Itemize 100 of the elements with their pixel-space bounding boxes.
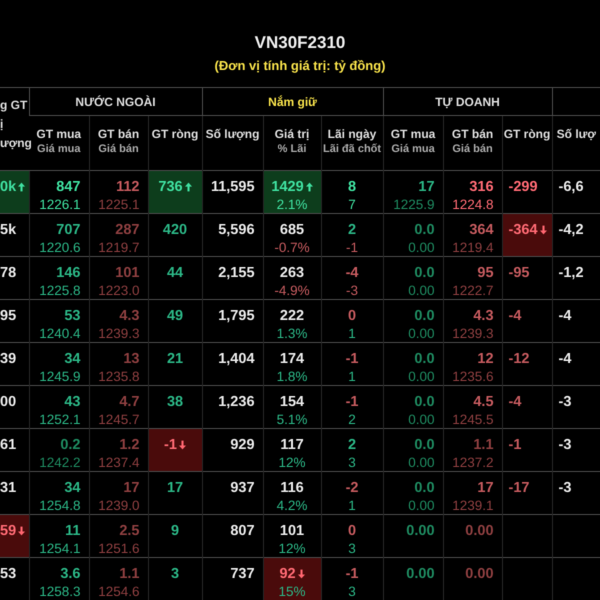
cell-subvalue: 1245.5 — [452, 411, 494, 428]
cell-value: 2 — [348, 220, 356, 238]
cell-value: 0 — [348, 522, 356, 540]
group-header: NƯỚC NGOÀI — [29, 88, 202, 116]
cell-value: 1.1 — [473, 436, 494, 454]
cell-subvalue: 1237.2 — [452, 454, 494, 471]
cell-value: 0k — [0, 178, 16, 196]
cell-subvalue: 1251.6 — [98, 540, 140, 557]
cell-value: 95 — [0, 306, 16, 324]
cell-subvalue: 0.00 — [408, 239, 435, 256]
cell-value: 9 — [170, 522, 180, 540]
cell-subvalue: 1239.3 — [98, 325, 140, 342]
cell-value: 59 — [0, 522, 16, 540]
cell-value: 4.3 — [473, 306, 494, 324]
cell-subvalue: 0.00 — [408, 454, 435, 471]
cell-subvalue: 1258.3 — [39, 583, 80, 600]
unit-note: (Đơn vị tính giá trị: tỷ đồng) — [214, 57, 386, 75]
cell-value: 53 — [64, 306, 80, 324]
cell-subvalue: 1219.4 — [452, 239, 494, 256]
cell-value: -17 — [508, 478, 530, 496]
cell-value: 38 — [166, 392, 184, 410]
cell-value: 43 — [64, 392, 80, 410]
cell-value: -95 — [508, 264, 530, 282]
cell-value: 287 — [115, 220, 140, 238]
column-header: Số lượ — [556, 126, 596, 142]
column-header: g GT ị ượng — [0, 98, 32, 150]
cell-subvalue: 1245.9 — [39, 368, 80, 385]
arrow-down-icon — [178, 440, 186, 450]
cell-value: -2 — [346, 478, 358, 496]
cell-value: 17 — [418, 178, 435, 196]
cell-value: 34 — [64, 350, 80, 368]
cell-subvalue: -3 — [346, 282, 358, 299]
cell-value: 0.00 — [406, 564, 435, 582]
cell-value: 0.00 — [465, 522, 494, 540]
cell-value: 4.5 — [473, 392, 494, 410]
cell-value: -4 — [508, 392, 522, 410]
cell-value: 0 — [348, 306, 356, 324]
cell-subvalue: 0.00 — [408, 368, 435, 385]
cell-value: 685 — [280, 220, 304, 238]
cell-value: 5k — [0, 220, 16, 238]
cell-subvalue: 1252.1 — [39, 411, 80, 428]
cell-value: 0.00 — [406, 522, 435, 540]
cell-subvalue: 1222.7 — [452, 282, 494, 299]
cell-value: 707 — [56, 220, 80, 238]
cell-subvalue: 1239.3 — [452, 325, 494, 342]
cell-subvalue: 1223.0 — [98, 282, 140, 299]
cell-value: 222 — [280, 306, 304, 324]
column-subheader: Giá bán — [98, 142, 139, 157]
cell-value: -6,6 — [558, 178, 584, 196]
cell-value: 146 — [56, 264, 80, 282]
column-header: GT ròng — [504, 126, 550, 142]
column-header: GT mua — [390, 126, 436, 142]
cell-value: 101 — [115, 264, 140, 282]
cell-value: 174 — [280, 350, 304, 368]
cell-value: 17 — [123, 478, 140, 496]
cell-subvalue: 1240.4 — [39, 325, 80, 342]
cell-value: 101 — [280, 522, 304, 540]
cell-value: -364 — [508, 220, 538, 238]
cell-value: 937 — [230, 478, 255, 496]
cell-value: 154 — [280, 392, 304, 410]
cell-subvalue: 1225.1 — [98, 196, 140, 213]
cell-value: -3 — [558, 392, 572, 410]
cell-value: 420 — [162, 220, 188, 238]
cell-value: 807 — [230, 522, 255, 540]
cell-subvalue: 1237.4 — [98, 454, 140, 471]
cell-subvalue: 3 — [348, 583, 356, 600]
cell-value: -12 — [508, 350, 530, 368]
cell-subvalue: 0.00 — [408, 282, 435, 299]
cell-value: -4 — [558, 350, 572, 368]
column-header: GT bán — [98, 126, 140, 142]
cell-value: 364 — [469, 220, 494, 238]
cell-value: 1.2 — [119, 436, 140, 454]
cell-value: 0.0 — [414, 264, 435, 282]
cell-value: -4 — [346, 264, 358, 282]
cell-value: 61 — [0, 436, 16, 454]
cell-value: 1,236 — [218, 392, 255, 410]
cell-subvalue: 4.2% — [276, 497, 308, 514]
cell-subvalue: -4.9% — [274, 282, 310, 299]
cell-value: 3 — [170, 564, 180, 582]
cell-subvalue: 7 — [348, 196, 356, 213]
cell-value: 92 — [279, 564, 296, 582]
group-header: TỰ DOANH — [383, 88, 552, 116]
cell-value: 13 — [123, 350, 140, 368]
cell-subvalue: 1245.7 — [98, 411, 140, 428]
cell-subvalue: -1 — [346, 239, 358, 256]
cell-value: -1 — [164, 436, 177, 454]
cell-subvalue: 1225.8 — [39, 282, 80, 299]
cell-subvalue: 1224.8 — [452, 196, 494, 213]
column-subheader: % Lãi — [278, 142, 306, 157]
column-header: Số lượng — [206, 126, 260, 142]
cell-value: 0.0 — [414, 436, 435, 454]
cell-value: -1 — [508, 436, 522, 454]
cell-value: 11 — [65, 522, 80, 540]
cell-value: 112 — [116, 178, 140, 196]
cell-value: 117 — [280, 436, 304, 454]
cell-subvalue: 1242.2 — [39, 454, 80, 471]
column-header: Giá trị — [274, 126, 310, 142]
cell-value: 0.0 — [414, 350, 435, 368]
cell-subvalue: 1225.9 — [393, 196, 435, 213]
cell-value: 1,404 — [218, 350, 255, 368]
